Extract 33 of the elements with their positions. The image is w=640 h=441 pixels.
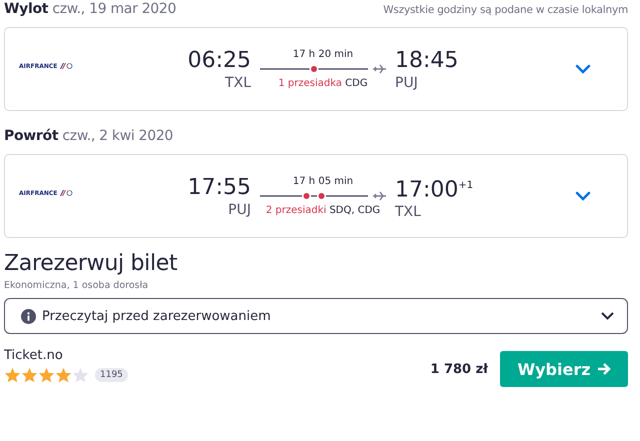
arrow-right-icon bbox=[596, 363, 611, 375]
arrival-airport: TXL bbox=[395, 204, 421, 220]
stops-info: 1 przesiadka CDG bbox=[278, 78, 368, 89]
flight-duration: 17 h 20 min bbox=[292, 49, 354, 60]
flight-duration: 17 h 05 min bbox=[292, 176, 354, 187]
star-icon bbox=[38, 366, 55, 382]
airline-logo-icon bbox=[59, 190, 74, 196]
info-icon bbox=[21, 308, 36, 324]
fare-description: Ekonomiczna, 1 osoba dorosła bbox=[4, 280, 150, 291]
info-dropdown[interactable]: Przeczytaj przed zarezerwowaniem bbox=[4, 298, 628, 334]
provider-name: Ticket.no bbox=[4, 348, 64, 362]
star-icon bbox=[21, 366, 38, 382]
chevron-icon[interactable] bbox=[575, 191, 591, 201]
star-icon bbox=[72, 366, 89, 382]
arrival-time: 17:00$^{+1}$ bbox=[395, 176, 474, 204]
stops-info: 2 przesiadki SDQ, CDG bbox=[266, 205, 380, 216]
star-icon bbox=[55, 366, 72, 382]
price: 1 780 zł bbox=[430, 362, 488, 376]
chevron-icon bbox=[601, 312, 614, 320]
leg-heading: Wylot czw., 19 mar 2020 bbox=[4, 1, 176, 17]
section-title: Zarezerwuj bilet bbox=[4, 251, 178, 276]
departure-time: 06:25 bbox=[188, 47, 251, 75]
departure-time: 17:55 bbox=[188, 174, 251, 202]
review-count: 1195 bbox=[95, 368, 128, 382]
departure-airport: TXL bbox=[225, 75, 251, 91]
chevron-icon[interactable] bbox=[575, 64, 591, 74]
arrival-airport: PUJ bbox=[395, 75, 418, 91]
arrival-time: 18:45 bbox=[395, 47, 458, 75]
star-icon bbox=[4, 366, 21, 382]
timezone-note: Wszystkie godziny są podane w czasie lokalnym bbox=[383, 4, 628, 16]
airline-logo-icon bbox=[59, 63, 74, 69]
departure-airport: PUJ bbox=[228, 202, 251, 218]
leg-heading: Powrót czw., 2 kwi 2020 bbox=[4, 128, 174, 144]
